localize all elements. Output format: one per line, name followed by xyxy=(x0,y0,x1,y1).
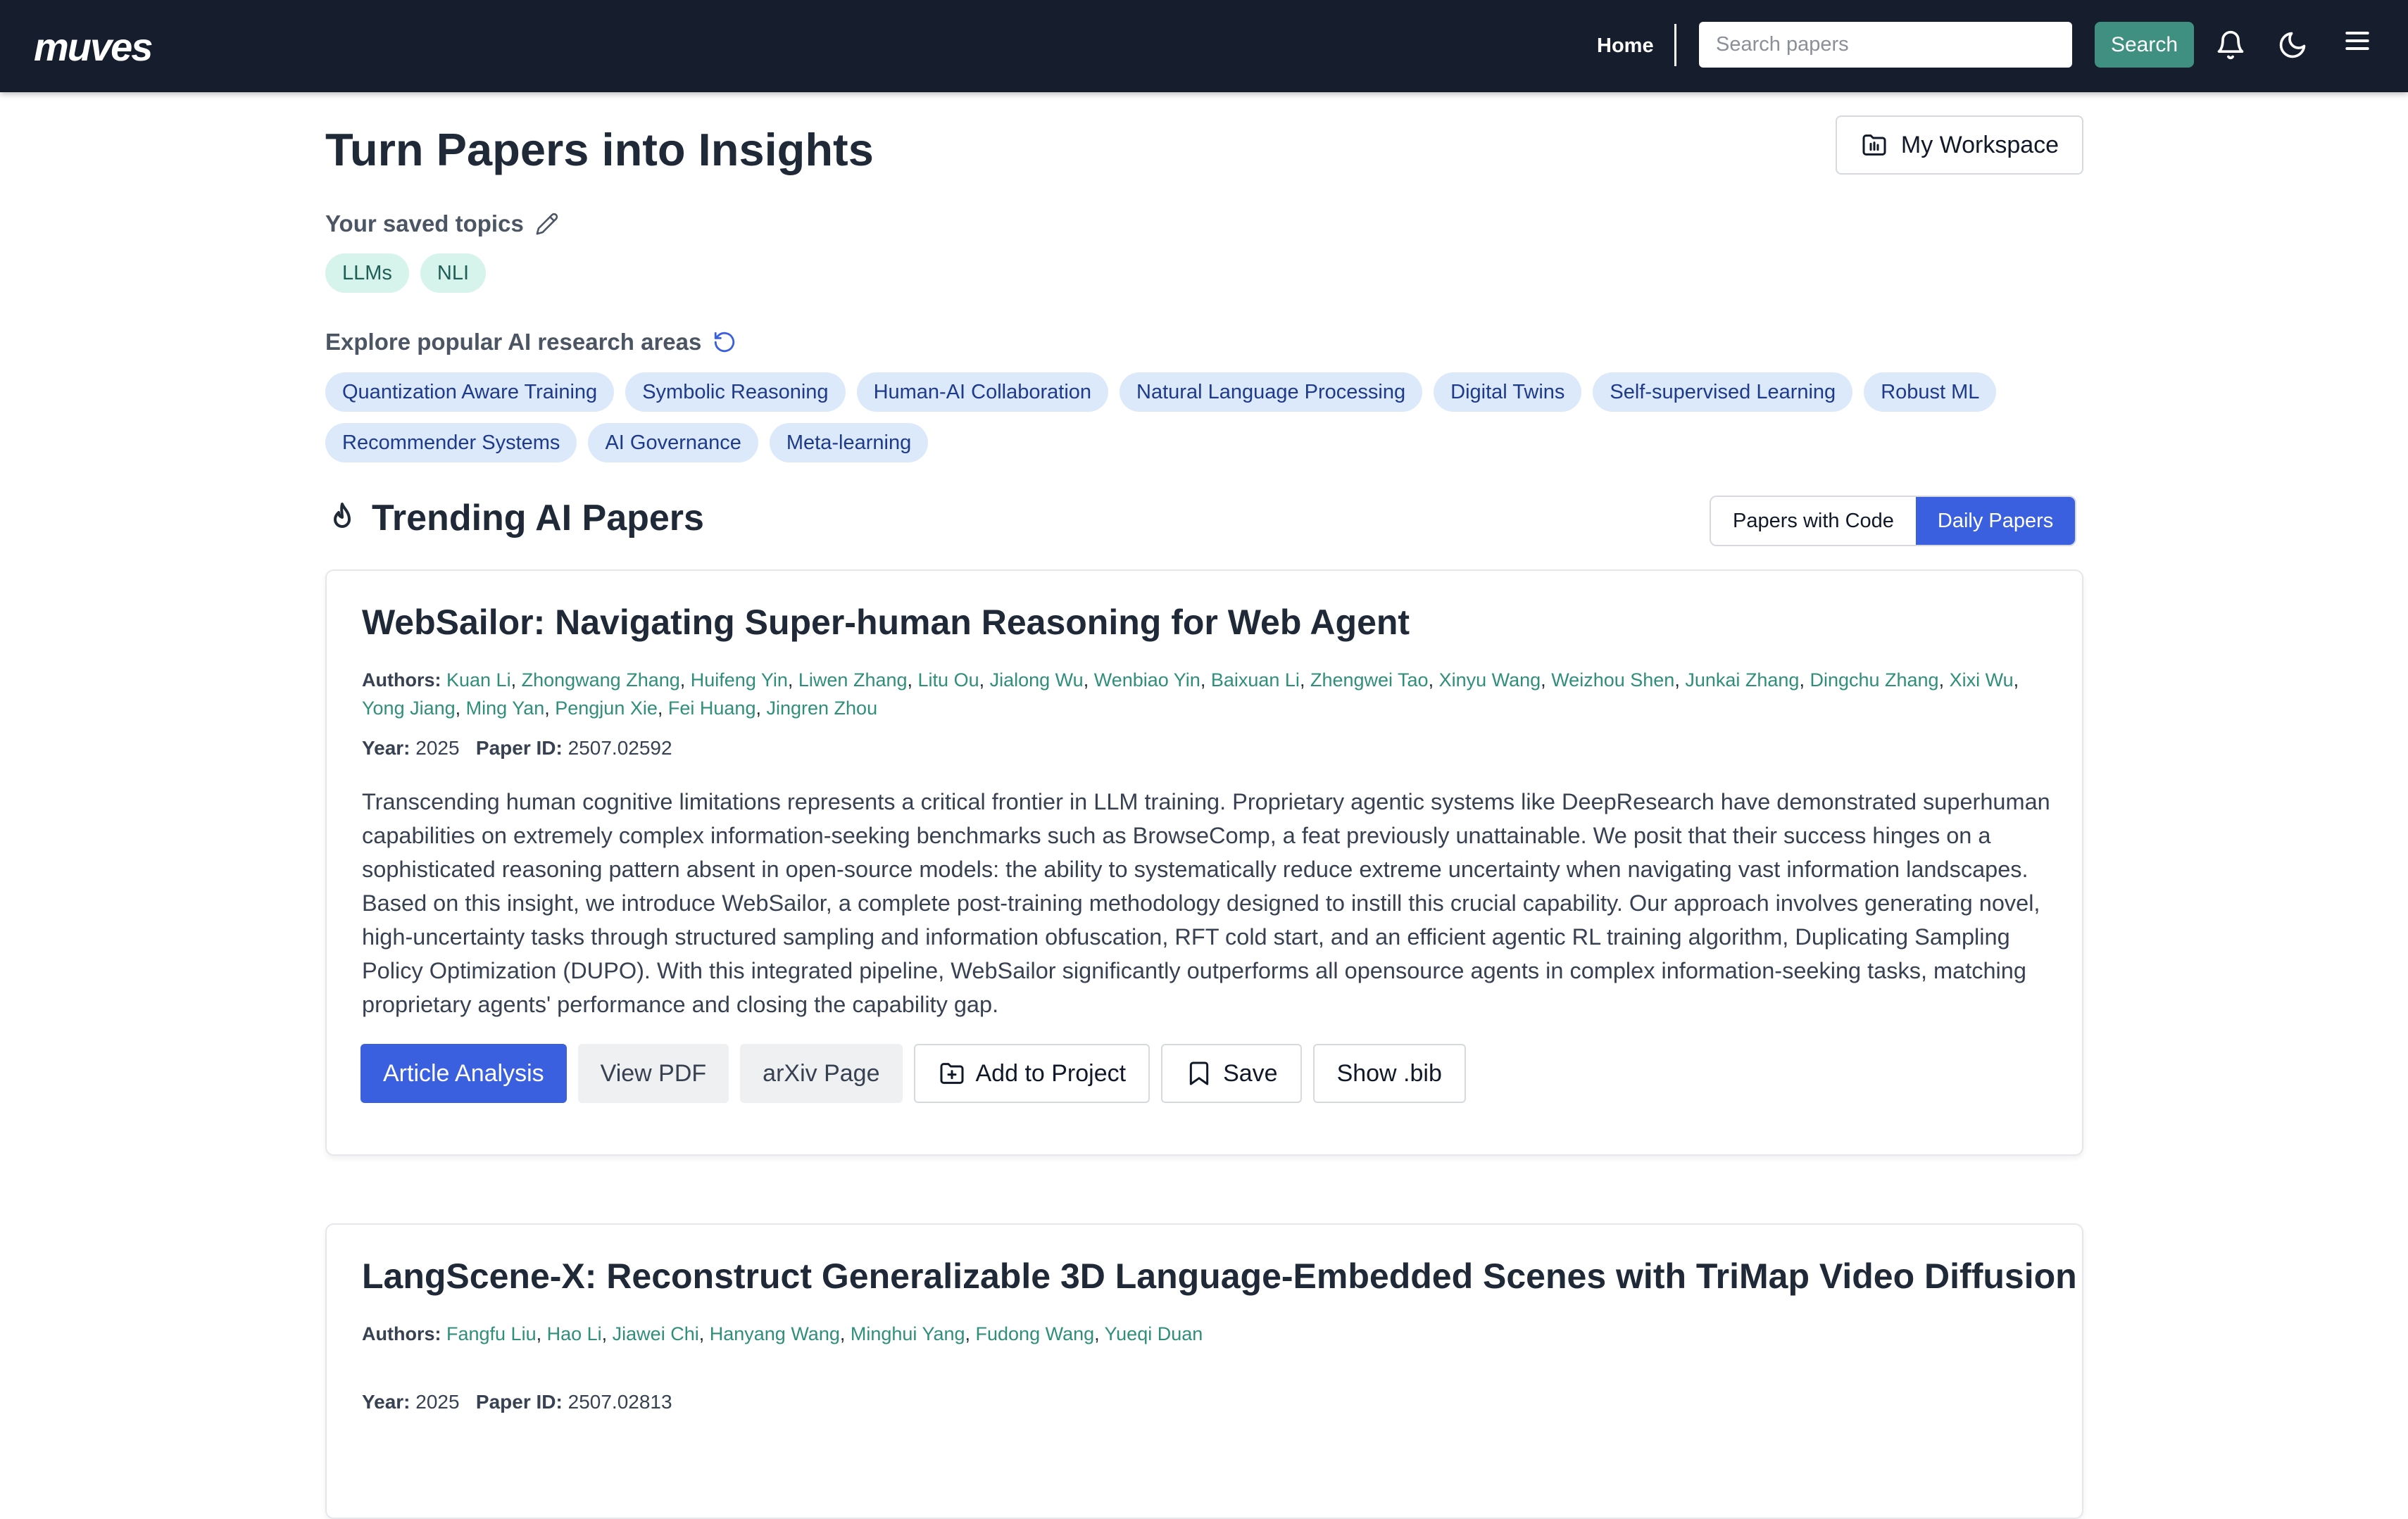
flame-icon xyxy=(334,503,351,528)
page-title: Turn Papers into Insights xyxy=(325,124,874,175)
author-link[interactable]: Zhengwei Tao xyxy=(1310,669,1429,691)
area-chip[interactable]: Self-supervised Learning xyxy=(1593,372,1853,412)
bookmark-icon xyxy=(1189,1061,1209,1085)
author-link[interactable]: Jingren Zhou xyxy=(766,698,877,719)
authors-label: Authors: xyxy=(362,1323,441,1344)
my-workspace-button[interactable]: My Workspace xyxy=(1836,115,2083,175)
nav-home-link[interactable]: Home xyxy=(1597,32,1654,60)
authors-list: Kuan Li, Zhongwang Zhang, Huifeng Yin, L… xyxy=(362,669,2019,719)
trending-title: Trending AI Papers xyxy=(372,498,704,538)
save-label: Save xyxy=(1223,1059,1278,1087)
view-pdf-button[interactable]: View PDF xyxy=(577,1044,729,1103)
pencil-icon[interactable] xyxy=(535,212,559,236)
year-value: 2025 xyxy=(415,1391,460,1413)
author-link[interactable]: Hao Li xyxy=(547,1323,602,1344)
topic-chip[interactable]: NLI xyxy=(420,253,487,293)
my-workspace-label: My Workspace xyxy=(1900,131,2059,158)
paper-abstract: Transcending human cognitive limitations… xyxy=(362,789,2050,1017)
author-link[interactable]: Minghui Yang xyxy=(851,1323,965,1344)
paper-id-label: Paper ID: xyxy=(475,737,563,759)
moon-icon[interactable] xyxy=(2273,25,2312,65)
search-button[interactable]: Search xyxy=(2095,22,2194,68)
save-button[interactable]: Save xyxy=(1161,1044,1302,1103)
paper-title[interactable]: LangScene-X: Reconstruct Generalizable 3… xyxy=(362,1256,2077,1297)
author-link[interactable]: Ming Yan xyxy=(466,698,545,719)
add-to-project-label: Add to Project xyxy=(975,1059,1127,1087)
source-toggle: Papers with Code Daily Papers xyxy=(1710,496,2077,546)
area-chip[interactable]: Robust ML xyxy=(1864,372,1997,412)
author-link[interactable]: Liwen Zhang xyxy=(798,669,908,691)
author-link[interactable]: Jialong Wu xyxy=(990,669,1084,691)
author-link[interactable]: Hanyang Wang xyxy=(710,1323,840,1344)
author-link[interactable]: Yong Jiang xyxy=(362,698,456,719)
author-link[interactable]: Fangfu Liu xyxy=(446,1323,537,1344)
paper-meta: Year: 2025 Paper ID: 2507.02813 xyxy=(362,1391,672,1413)
paper-id-value: 2507.02813 xyxy=(567,1391,672,1413)
authors-label: Authors: xyxy=(362,669,441,691)
popular-areas-row-1: Quantization Aware Training Symbolic Rea… xyxy=(325,372,1997,412)
paper-title[interactable]: WebSailor: Navigating Super-human Reason… xyxy=(362,602,1410,643)
paper-card: LangScene-X: Reconstruct Generalizable 3… xyxy=(325,1223,2083,1519)
paper-id-label: Paper ID: xyxy=(475,1391,563,1413)
tab-daily-papers[interactable]: Daily Papers xyxy=(1915,497,2076,545)
author-link[interactable]: Zhongwang Zhang xyxy=(522,669,680,691)
paper-action-buttons: Article Analysis View PDF arXiv Page Add… xyxy=(360,1044,1466,1103)
area-chip[interactable]: Digital Twins xyxy=(1434,372,1582,412)
popular-areas-row-2: Recommender Systems AI Governance Meta-l… xyxy=(325,423,929,462)
trending-heading: Trending AI Papers xyxy=(325,497,704,539)
year-label: Year: xyxy=(362,1391,410,1413)
author-link[interactable]: Xixi Wu xyxy=(1950,669,2014,691)
author-link[interactable]: Fei Huang xyxy=(668,698,756,719)
saved-topics-label: Your saved topics xyxy=(325,210,559,237)
area-chip[interactable]: AI Governance xyxy=(588,423,758,462)
author-link[interactable]: Xinyu Wang xyxy=(1439,669,1541,691)
top-navbar: muves Home Search xyxy=(0,0,2408,92)
author-link[interactable]: Wenbiao Yin xyxy=(1094,669,1200,691)
author-link[interactable]: Baixuan Li xyxy=(1211,669,1300,691)
author-link[interactable]: Dingchu Zhang xyxy=(1810,669,1938,691)
paper-authors: Authors: Kuan Li, Zhongwang Zhang, Huife… xyxy=(362,666,2066,722)
popular-areas-label: Explore popular AI research areas xyxy=(325,329,736,355)
saved-topics-text: Your saved topics xyxy=(325,210,524,237)
year-label: Year: xyxy=(362,737,410,759)
area-chip[interactable]: Natural Language Processing xyxy=(1120,372,1423,412)
popular-areas-text: Explore popular AI research areas xyxy=(325,329,702,355)
tab-papers-with-code[interactable]: Papers with Code xyxy=(1711,497,1916,545)
paper-authors: Authors: Fangfu Liu, Hao Li, Jiawei Chi,… xyxy=(362,1320,2066,1348)
paper-meta: Year: 2025 Paper ID: 2507.02592 xyxy=(362,737,672,760)
author-link[interactable]: Kuan Li xyxy=(446,669,511,691)
author-link[interactable]: Pengjun Xie xyxy=(555,698,658,719)
logo[interactable]: muves xyxy=(34,27,153,68)
author-link[interactable]: Fudong Wang xyxy=(976,1323,1095,1344)
year-value: 2025 xyxy=(415,737,460,759)
nav-divider xyxy=(1674,24,1676,66)
author-link[interactable]: Jiawei Chi xyxy=(613,1323,699,1344)
show-bib-button[interactable]: Show .bib xyxy=(1312,1044,1466,1103)
area-chip[interactable]: Recommender Systems xyxy=(325,423,577,462)
author-link[interactable]: Huifeng Yin xyxy=(691,669,788,691)
authors-list: Fangfu Liu, Hao Li, Jiawei Chi, Hanyang … xyxy=(446,1323,1203,1344)
topic-chip[interactable]: LLMs xyxy=(325,253,409,293)
paper-id-value: 2507.02592 xyxy=(567,737,672,759)
saved-topics-list: LLMs NLI xyxy=(325,253,487,293)
author-link[interactable]: Litu Ou xyxy=(918,669,979,691)
area-chip[interactable]: Quantization Aware Training xyxy=(325,372,615,412)
refresh-icon[interactable] xyxy=(713,330,736,354)
author-link[interactable]: Junkai Zhang xyxy=(1685,669,1799,691)
workspace-icon xyxy=(1862,134,1886,156)
article-analysis-button[interactable]: Article Analysis xyxy=(360,1044,567,1103)
folder-plus-icon xyxy=(940,1063,963,1084)
add-to-project-button[interactable]: Add to Project xyxy=(913,1044,1150,1103)
area-chip[interactable]: Human-AI Collaboration xyxy=(856,372,1109,412)
author-link[interactable]: Yueqi Duan xyxy=(1105,1323,1203,1344)
search-input[interactable] xyxy=(1699,22,2072,68)
bell-icon[interactable] xyxy=(2211,25,2250,65)
area-chip[interactable]: Symbolic Reasoning xyxy=(625,372,846,412)
author-link[interactable]: Weizhou Shen xyxy=(1551,669,1674,691)
area-chip[interactable]: Meta-learning xyxy=(769,423,929,462)
menu-icon[interactable] xyxy=(2338,21,2377,61)
arxiv-page-button[interactable]: arXiv Page xyxy=(740,1044,903,1103)
